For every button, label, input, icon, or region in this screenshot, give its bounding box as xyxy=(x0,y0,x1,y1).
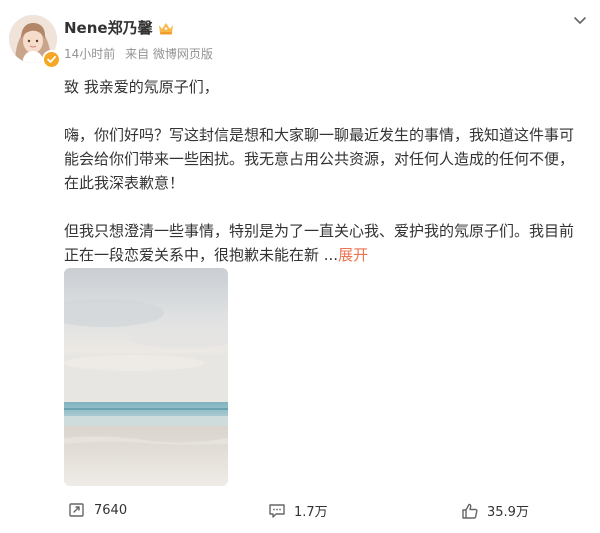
vip-crown-icon[interactable] xyxy=(157,20,175,36)
author-name[interactable]: Nene郑乃馨 xyxy=(64,17,153,38)
repost-count: 7640 xyxy=(94,502,128,518)
expand-link[interactable]: 展开 xyxy=(338,246,368,264)
seascape-photo xyxy=(64,268,228,486)
like-count: 35.9万 xyxy=(487,505,529,520)
post-content: 致 我亲爱的氖原子们， 嗨，你们好吗？写这封信是想和大家聊一聊最近发生的事情，我… xyxy=(64,75,586,267)
post-source: 来自 微博网页版 xyxy=(125,47,213,61)
repost-button[interactable]: 7640 xyxy=(68,501,127,519)
post-actions: 7640 1.7万 35.9万 xyxy=(0,497,600,527)
post-image[interactable] xyxy=(64,268,228,486)
like-button[interactable]: 35.9万 xyxy=(461,501,529,520)
thumbs-up-icon xyxy=(462,503,478,519)
post-paragraph-1: 嗨，你们好吗？写这封信是想和大家聊一聊最近发生的事情，我知道这件事可能会给你们带… xyxy=(64,126,575,192)
comment-count: 1.7万 xyxy=(294,505,328,520)
post-greeting: 致 我亲爱的氖原子们， xyxy=(64,78,219,96)
comment-icon xyxy=(269,503,285,518)
post-paragraph-2-wrap: 但我只想澄清一些事情，特别是为了一直关心我、爱护我的氖原子们。我目前正在一段恋爱… xyxy=(64,219,586,267)
author-name-row: Nene郑乃馨 xyxy=(64,17,175,38)
chevron-down-icon[interactable] xyxy=(570,12,590,30)
weibo-post-card: Nene郑乃馨 14小时前 来自 微博网页版 致 我亲爱的氖原子们， 嗨，你们好… xyxy=(0,0,600,533)
post-meta: 14小时前 来自 微博网页版 xyxy=(64,45,219,62)
post-time[interactable]: 14小时前 xyxy=(64,47,115,61)
verified-badge-icon xyxy=(42,50,61,69)
comment-button[interactable]: 1.7万 xyxy=(268,501,328,520)
post-paragraph-2: 但我只想澄清一些事情，特别是为了一直关心我、爱护我的氖原子们。我目前正在一段恋爱… xyxy=(64,222,575,264)
repost-icon xyxy=(69,503,84,517)
